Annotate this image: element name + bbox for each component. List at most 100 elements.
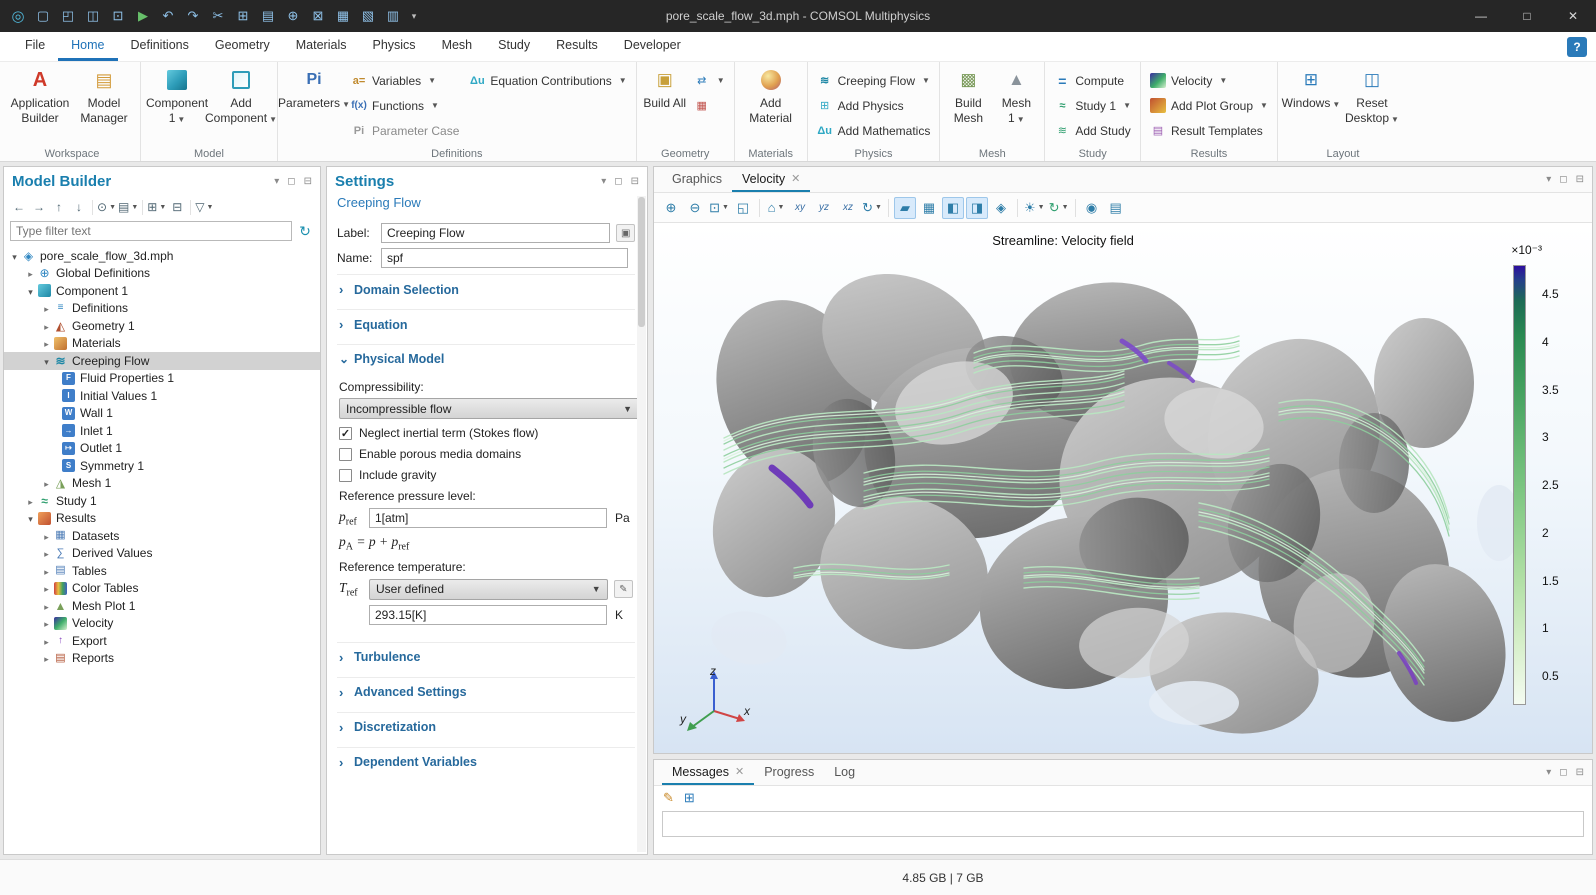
undo-icon[interactable]: ↶ xyxy=(156,4,180,28)
tree-item-wall-1[interactable]: WWall 1 xyxy=(4,405,320,423)
compressibility-select[interactable]: Incompressible flow ▼ xyxy=(339,398,639,419)
expander-icon[interactable] xyxy=(24,494,37,508)
add-study-button[interactable]: ≋ Add Study xyxy=(1050,119,1135,142)
collapse-tree-icon[interactable]: ⊟ xyxy=(168,198,186,217)
tree-item-root[interactable]: ◈pore_scale_flow_3d.mph xyxy=(4,247,320,265)
section-dependent-variables[interactable]: Dependent Variables xyxy=(337,747,635,776)
chevron-down-icon[interactable]: ▾ xyxy=(274,176,279,187)
clear-messages-icon[interactable]: ✎ xyxy=(663,790,674,806)
float-panel-icon[interactable]: ◻ xyxy=(1559,174,1567,185)
settings-scrollbar[interactable] xyxy=(637,196,646,852)
tree-item-results[interactable]: Results xyxy=(4,510,320,528)
chevron-down-icon[interactable]: ▾ xyxy=(1546,174,1551,185)
print-icon[interactable]: ▤ xyxy=(1105,197,1127,219)
save-to-model-manager-icon[interactable]: ⊡ xyxy=(106,4,130,28)
compute-button[interactable]: = Compute xyxy=(1050,69,1135,92)
zoom-box-icon[interactable]: ⊡▼ xyxy=(708,197,730,219)
name-input[interactable] xyxy=(381,248,628,268)
go-to-default-view-icon[interactable]: ⌂▼ xyxy=(765,197,787,219)
tree-item-color-tables[interactable]: Color Tables xyxy=(4,580,320,598)
expand-tree-icon[interactable]: ⊞▼ xyxy=(147,198,166,217)
environment-reflections-icon[interactable]: ◧ xyxy=(942,197,964,219)
section-advanced-settings[interactable]: Advanced Settings xyxy=(337,677,635,706)
edit-table-icon[interactable]: ▧ xyxy=(356,4,380,28)
study-1-dropdown[interactable]: ≈ Study 1 ▼ xyxy=(1050,94,1135,117)
copy-icon[interactable]: ⊞ xyxy=(231,4,255,28)
collapse-panel-icon[interactable]: ⊟ xyxy=(304,176,312,187)
expander-icon[interactable] xyxy=(24,266,37,280)
tree-item-symmetry-1[interactable]: SSymmetry 1 xyxy=(4,457,320,475)
close-tab-icon[interactable]: ✕ xyxy=(735,765,744,778)
new-file-icon[interactable]: ▢ xyxy=(31,4,55,28)
float-panel-icon[interactable]: ◻ xyxy=(287,176,295,187)
application-builder-button[interactable]: A Application Builder xyxy=(9,66,71,128)
expander-icon[interactable] xyxy=(8,249,21,263)
zoom-in-icon[interactable]: ⊕ xyxy=(660,197,682,219)
update-plot-icon[interactable]: ↻▼ xyxy=(1048,197,1070,219)
add-plot-group-button[interactable]: Add Plot Group ▼ xyxy=(1146,94,1272,117)
tab-velocity[interactable]: Velocity ✕ xyxy=(732,167,810,192)
settings-table-icon[interactable]: ▥ xyxy=(381,4,405,28)
tree-item-mesh-1[interactable]: ◮Mesh 1 xyxy=(4,475,320,493)
tab-results[interactable]: Results xyxy=(543,32,611,61)
variables-button[interactable]: a= Variables ▼ xyxy=(347,69,463,92)
add-physics-button[interactable]: ⊞ Add Physics xyxy=(813,94,935,117)
tab-developer[interactable]: Developer xyxy=(611,32,694,61)
expander-icon[interactable] xyxy=(24,284,37,298)
tree-item-derived-values[interactable]: ∑Derived Values xyxy=(4,545,320,563)
view-xz-plane-button[interactable]: xz xyxy=(837,197,859,219)
neglect-inertial-checkbox-row[interactable]: Neglect inertial term (Stokes flow) xyxy=(339,426,633,440)
tab-home[interactable]: Home xyxy=(58,32,117,61)
go-forward-icon[interactable]: → xyxy=(30,198,48,217)
copy-messages-icon[interactable]: ⊞ xyxy=(684,790,695,806)
section-discretization[interactable]: Discretization xyxy=(337,712,635,741)
snapshot-icon[interactable]: ◉ xyxy=(1081,197,1103,219)
tree-item-outlet-1[interactable]: ↦Outlet 1 xyxy=(4,440,320,458)
porous-media-checkbox[interactable] xyxy=(339,448,352,461)
customize-toolbar-chevron-icon[interactable]: ▾ xyxy=(406,4,422,28)
run-icon[interactable]: ▶ xyxy=(131,4,155,28)
parameter-case-button[interactable]: Pi Parameter Case xyxy=(347,119,463,142)
section-physical-model[interactable]: Physical Model xyxy=(337,344,635,372)
component-1-button[interactable]: Component 1▼ xyxy=(146,66,208,128)
view-xy-plane-button[interactable]: xy xyxy=(789,197,811,219)
view-yz-plane-button[interactable]: yz xyxy=(813,197,835,219)
cut-icon[interactable]: ✂ xyxy=(206,4,230,28)
go-back-icon[interactable]: ← xyxy=(10,198,28,217)
scrollbar-thumb[interactable] xyxy=(638,197,645,327)
collapse-panel-icon[interactable]: ⊟ xyxy=(1576,174,1584,185)
include-gravity-checkbox[interactable] xyxy=(339,469,352,482)
rotate-view-icon[interactable]: ↻▼ xyxy=(861,197,883,219)
scene-light-icon[interactable]: ☀▼ xyxy=(1023,197,1046,219)
minimize-button[interactable]: — xyxy=(1458,0,1504,32)
model-tree-filter-icon[interactable]: ▽▼ xyxy=(195,198,213,217)
expander-icon[interactable] xyxy=(40,634,53,648)
zoom-extents-icon[interactable]: ◱ xyxy=(732,197,754,219)
tree-item-definitions[interactable]: ≡Definitions xyxy=(4,300,320,318)
add-material-button[interactable]: Add Material xyxy=(740,66,802,128)
tree-item-geometry-1[interactable]: ◭Geometry 1 xyxy=(4,317,320,335)
model-manager-button[interactable]: ▤ Model Manager xyxy=(73,66,135,128)
delete-sequence-button[interactable]: ▦ xyxy=(690,94,729,117)
expander-icon[interactable] xyxy=(40,301,53,315)
close-tab-icon[interactable]: ✕ xyxy=(791,172,800,185)
add-mathematics-button[interactable]: Δu Add Mathematics xyxy=(813,119,935,142)
insert-sequence-button[interactable]: ⇄ ▼ xyxy=(690,69,729,92)
chevron-down-icon[interactable]: ▾ xyxy=(1546,767,1551,778)
tree-item-component-1[interactable]: Component 1 xyxy=(4,282,320,300)
windows-button[interactable]: ⊞ Windows▼ xyxy=(1283,66,1339,113)
expander-icon[interactable] xyxy=(40,336,53,350)
build-mesh-button[interactable]: ▩ Build Mesh xyxy=(945,66,991,128)
skybox-icon[interactable]: ◨ xyxy=(966,197,988,219)
physics-interface-dropdown[interactable]: ≋ Creeping Flow ▼ xyxy=(813,69,935,92)
section-equation[interactable]: Equation xyxy=(337,309,635,338)
parameters-button[interactable]: Pi Parameters▼ xyxy=(283,66,345,113)
maximize-button[interactable]: □ xyxy=(1504,0,1550,32)
show-options-icon[interactable]: ⊙▼ xyxy=(97,198,116,217)
edit-expression-icon[interactable]: ✎ xyxy=(614,580,633,598)
tab-messages[interactable]: Messages ✕ xyxy=(662,760,754,785)
neglect-inertial-checkbox[interactable] xyxy=(339,427,352,440)
expander-icon[interactable] xyxy=(40,529,53,543)
result-templates-button[interactable]: ▤ Result Templates xyxy=(1146,119,1272,142)
tab-study[interactable]: Study xyxy=(485,32,543,61)
